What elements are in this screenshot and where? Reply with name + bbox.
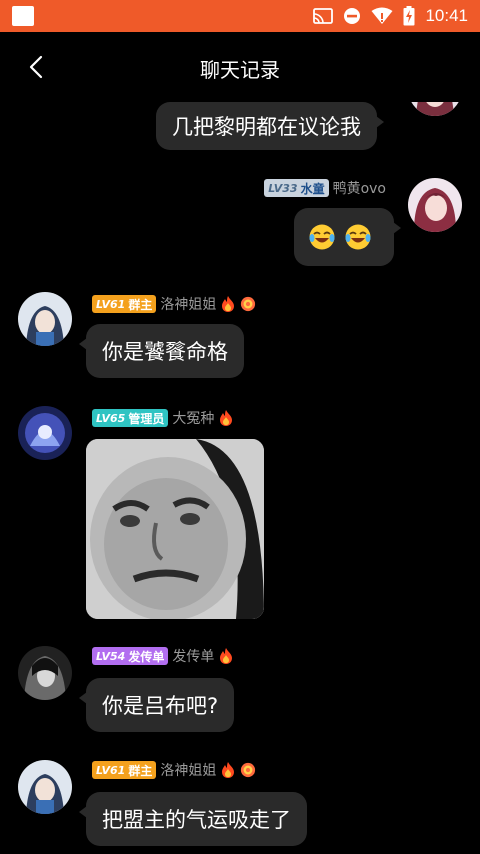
- username[interactable]: 洛神姐姐: [160, 294, 216, 314]
- role-label: 群主: [128, 763, 153, 778]
- sender-meta: LV54 发传单 发传单: [92, 646, 234, 666]
- chat-bubble[interactable]: [294, 208, 401, 266]
- level-badge: LV61 群主: [92, 761, 157, 779]
- level-label: LV65: [96, 411, 126, 425]
- level-label: LV33: [268, 181, 298, 195]
- avatar[interactable]: [408, 178, 462, 232]
- chat-bubble[interactable]: 几把黎明都在议论我: [156, 102, 384, 150]
- avatar[interactable]: [18, 760, 72, 814]
- sender-meta: LV33 水童 鸭黄ovo: [264, 178, 386, 198]
- page-title: 聊天记录: [200, 58, 280, 82]
- wifi-icon: [371, 7, 393, 24]
- role-label: 发传单: [128, 649, 165, 664]
- message-text: 你是饕餮命格: [102, 340, 228, 364]
- clock: 10:41: [425, 6, 468, 25]
- chat-bubble[interactable]: 你是饕餮命格: [79, 324, 244, 378]
- avatar[interactable]: [18, 406, 72, 460]
- header: 聊天记录: [0, 32, 480, 102]
- username[interactable]: 发传单: [172, 646, 214, 666]
- avatar[interactable]: [18, 292, 72, 346]
- chat-feed[interactable]: 几把黎明都在议论我 LV33 水童 鸭黄ovo LV61 群主 洛神姐姐 你是饕…: [0, 102, 480, 854]
- flower-badge-icon: [241, 762, 256, 778]
- status-bar: 10:41: [0, 0, 480, 32]
- message-text: 几把黎明都在议论我: [172, 115, 361, 139]
- avatar[interactable]: [408, 102, 462, 116]
- chat-bubble[interactable]: 你是吕布吧?: [78, 678, 235, 732]
- role-label: 水童: [300, 181, 325, 196]
- meme-image[interactable]: [86, 439, 264, 619]
- laughing-tears-emoji-icon: [345, 224, 371, 250]
- avatar[interactable]: [18, 646, 72, 700]
- flame-icon: [222, 762, 235, 778]
- level-label: LV61: [96, 297, 126, 311]
- sender-meta: LV61 群主 洛神姐姐: [92, 294, 256, 314]
- level-badge: LV54 发传单: [92, 647, 169, 665]
- level-badge: LV61 群主: [92, 295, 157, 313]
- level-badge: LV33 水童: [264, 179, 329, 197]
- battery-charging-icon: [403, 6, 415, 26]
- sender-meta: LV61 群主 洛神姐姐: [92, 760, 256, 780]
- cast-icon: [313, 8, 334, 24]
- laughing-tears-emoji-icon: [309, 224, 335, 250]
- username[interactable]: 鸭黄ovo: [333, 178, 386, 198]
- chat-bubble[interactable]: 把盟主的气运吸走了: [79, 792, 307, 846]
- flame-icon: [222, 296, 235, 312]
- level-badge: LV65 管理员: [92, 409, 169, 427]
- level-label: LV61: [96, 763, 126, 777]
- app-notification-icon: [12, 6, 34, 26]
- username[interactable]: 大冤种: [172, 408, 214, 428]
- sender-meta: LV65 管理员 大冤种: [92, 408, 234, 428]
- flame-icon: [220, 648, 233, 664]
- level-label: LV54: [96, 649, 126, 663]
- username[interactable]: 洛神姐姐: [160, 760, 216, 780]
- role-label: 群主: [128, 297, 153, 312]
- message-text: 把盟主的气运吸走了: [102, 808, 291, 832]
- role-label: 管理员: [128, 411, 165, 426]
- flame-icon: [220, 410, 233, 426]
- message-text: 你是吕布吧?: [102, 694, 219, 718]
- status-icons: 10:41: [313, 0, 468, 32]
- flower-badge-icon: [241, 296, 256, 312]
- do-not-disturb-icon: [344, 8, 361, 24]
